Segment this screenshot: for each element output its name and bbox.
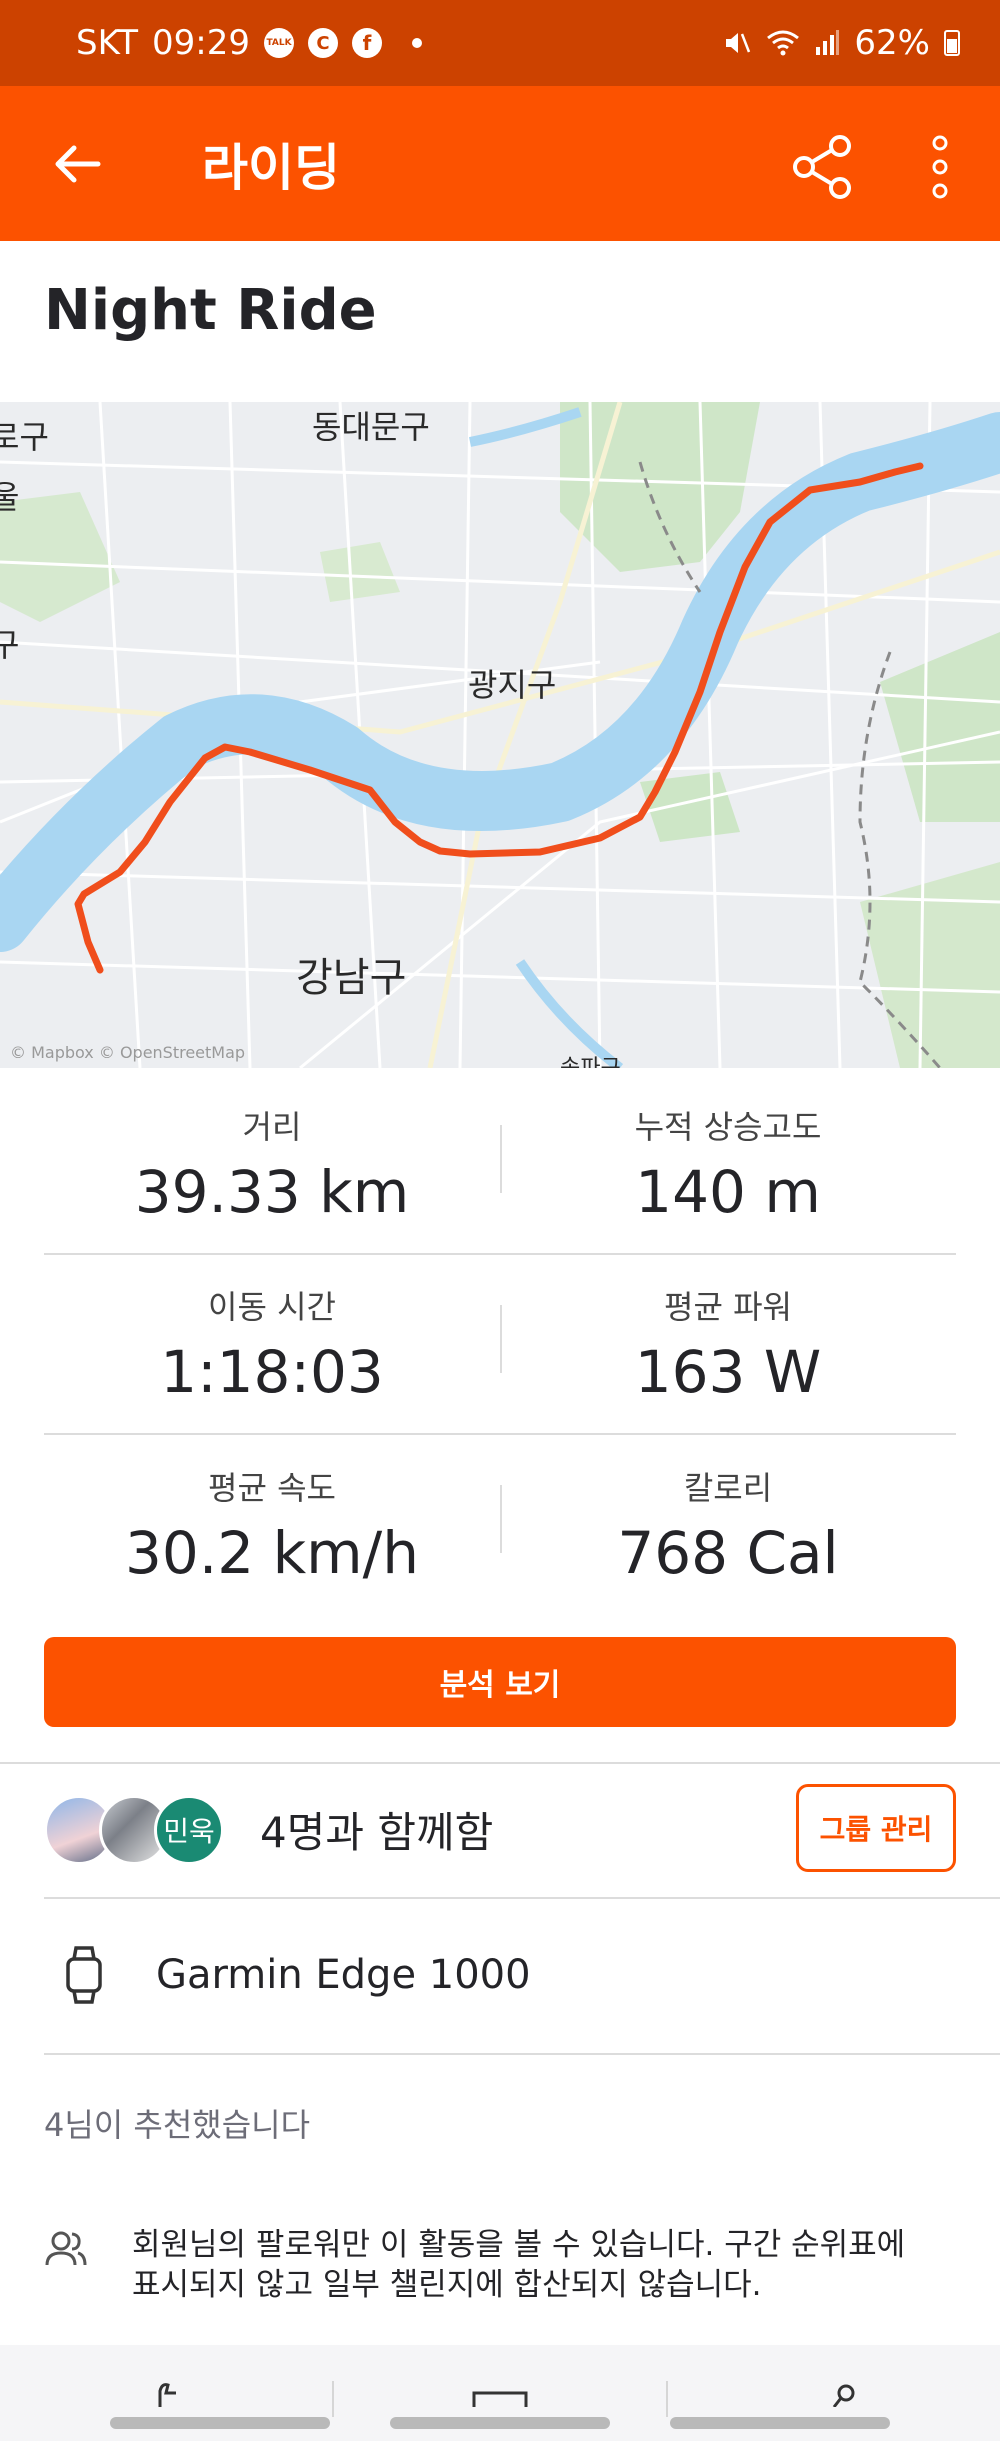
privacy-line-2: 표시되지 않고 일부 챌린지에 합산되지 않습니다. xyxy=(132,2267,762,2303)
clock: 09:29 xyxy=(152,23,250,63)
privacy-note: 회원님의 팔로워만 이 활동을 볼 수 있습니다. 구간 순위표에 표시되지 않… xyxy=(44,2225,956,2305)
stat-label: 이동 시간 xyxy=(208,1288,336,1326)
map-label-left-2: 울 xyxy=(0,478,20,516)
more-notifications-dot xyxy=(412,38,422,48)
stat-value: 163 W xyxy=(634,1338,822,1406)
stat-elevation: 누적 상승고도 140 m xyxy=(500,1075,956,1253)
stat-value: 140 m xyxy=(635,1158,821,1226)
wifi-icon xyxy=(767,30,800,56)
battery-icon xyxy=(944,30,960,56)
bottom-action-bar xyxy=(0,2345,1000,2441)
map-canvas xyxy=(0,402,1000,1068)
nav-gesture-bar xyxy=(390,2417,610,2429)
separator xyxy=(666,2381,668,2417)
stats-grid: 거리 39.33 km 누적 상승고도 140 m 이동 시간 1:18:03 … xyxy=(44,1075,956,1615)
page-title: 라이딩 xyxy=(202,138,340,197)
nav-gesture-bar xyxy=(110,2417,330,2429)
device-name: Garmin Edge 1000 xyxy=(156,1952,531,1998)
status-bar: SKT 09:29 TALK C f 62% xyxy=(0,0,1000,86)
stat-avg-speed: 평균 속도 30.2 km/h xyxy=(44,1435,500,1615)
carrier: SKT xyxy=(76,23,139,63)
map-label-gwangjin: 광지구 xyxy=(468,666,557,704)
kudos-text[interactable]: 4님이 추천했습니다 xyxy=(44,2100,310,2146)
stat-value: 30.2 km/h xyxy=(125,1519,419,1587)
route-map[interactable]: 동대문구 광지구 강남구 로구 울 구 송파구 © Mapbox © OpenS… xyxy=(0,402,1000,1068)
more-options-button[interactable] xyxy=(900,122,980,212)
stats-row: 이동 시간 1:18:03 평균 파워 163 W xyxy=(44,1255,956,1435)
map-label-bottom: 송파구 xyxy=(560,1050,621,1068)
stat-label: 칼로리 xyxy=(683,1469,773,1507)
stat-label: 거리 xyxy=(242,1108,302,1146)
stat-avg-power: 평균 파워 163 W xyxy=(500,1255,956,1433)
stat-distance: 거리 39.33 km xyxy=(44,1075,500,1253)
map-label-gangnam: 강남구 xyxy=(296,955,407,1001)
section-divider xyxy=(44,2053,1000,2055)
kudos-icon[interactable] xyxy=(150,2383,180,2407)
section-divider xyxy=(44,1897,1000,1899)
group-activity-row[interactable]: 민욱 4명과 함께함 그룹 관리 xyxy=(44,1762,956,1897)
athlete-avatars[interactable]: 민욱 xyxy=(44,1794,224,1865)
stat-moving-time: 이동 시간 1:18:03 xyxy=(44,1255,500,1433)
stat-value: 1:18:03 xyxy=(160,1338,384,1406)
stats-row: 거리 39.33 km 누적 상승고도 140 m xyxy=(44,1075,956,1255)
share-icon xyxy=(793,135,851,199)
stat-calories: 칼로리 768 Cal xyxy=(500,1435,956,1615)
share-button[interactable] xyxy=(778,122,868,212)
map-label-left-3: 구 xyxy=(0,626,20,664)
stat-label: 평균 속도 xyxy=(208,1469,336,1507)
more-vertical-icon xyxy=(932,135,948,199)
device-row: Garmin Edge 1000 xyxy=(44,1900,956,2050)
mute-icon xyxy=(726,33,751,53)
manage-group-button[interactable]: 그룹 관리 xyxy=(796,1784,956,1872)
stat-value: 768 Cal xyxy=(617,1519,839,1587)
stat-label: 평균 파워 xyxy=(664,1288,792,1326)
back-button[interactable] xyxy=(38,124,118,204)
comment-icon[interactable] xyxy=(470,2389,530,2409)
view-analysis-button[interactable]: 분석 보기 xyxy=(44,1637,956,1727)
battery-percent: 62% xyxy=(854,23,930,63)
signal-icon xyxy=(816,30,840,55)
privacy-text: 회원님의 팔로워만 이 활동을 볼 수 있습니다. 구간 순위표에 표시되지 않… xyxy=(132,2225,905,2305)
map-label-left-1: 로구 xyxy=(0,418,49,456)
app-bar: 라이딩 xyxy=(0,86,1000,241)
share-activity-icon[interactable] xyxy=(830,2383,860,2407)
talk-icon: TALK xyxy=(264,28,294,58)
facebook-icon: f xyxy=(352,28,382,58)
back-arrow-icon xyxy=(55,145,101,182)
watch-icon xyxy=(54,1940,114,2010)
stat-value: 39.33 km xyxy=(134,1158,410,1226)
group-label: 4명과 함께함 xyxy=(260,1808,494,1857)
avatar[interactable]: 민욱 xyxy=(154,1794,224,1865)
stat-label: 누적 상승고도 xyxy=(634,1108,822,1146)
map-attribution[interactable]: © Mapbox © OpenStreetMap xyxy=(10,1043,245,1062)
nav-gesture-bar xyxy=(670,2417,890,2429)
privacy-line-1: 회원님의 팔로워만 이 활동을 볼 수 있습니다. 구간 순위표에 xyxy=(132,2227,906,2263)
c-icon: C xyxy=(308,28,338,58)
stats-row: 평균 속도 30.2 km/h 칼로리 768 Cal xyxy=(44,1435,956,1615)
map-label-dongdaemun: 동대문구 xyxy=(312,408,430,446)
separator xyxy=(332,2381,334,2417)
followers-icon xyxy=(45,2231,87,2266)
activity-title: Night Ride xyxy=(44,278,377,343)
